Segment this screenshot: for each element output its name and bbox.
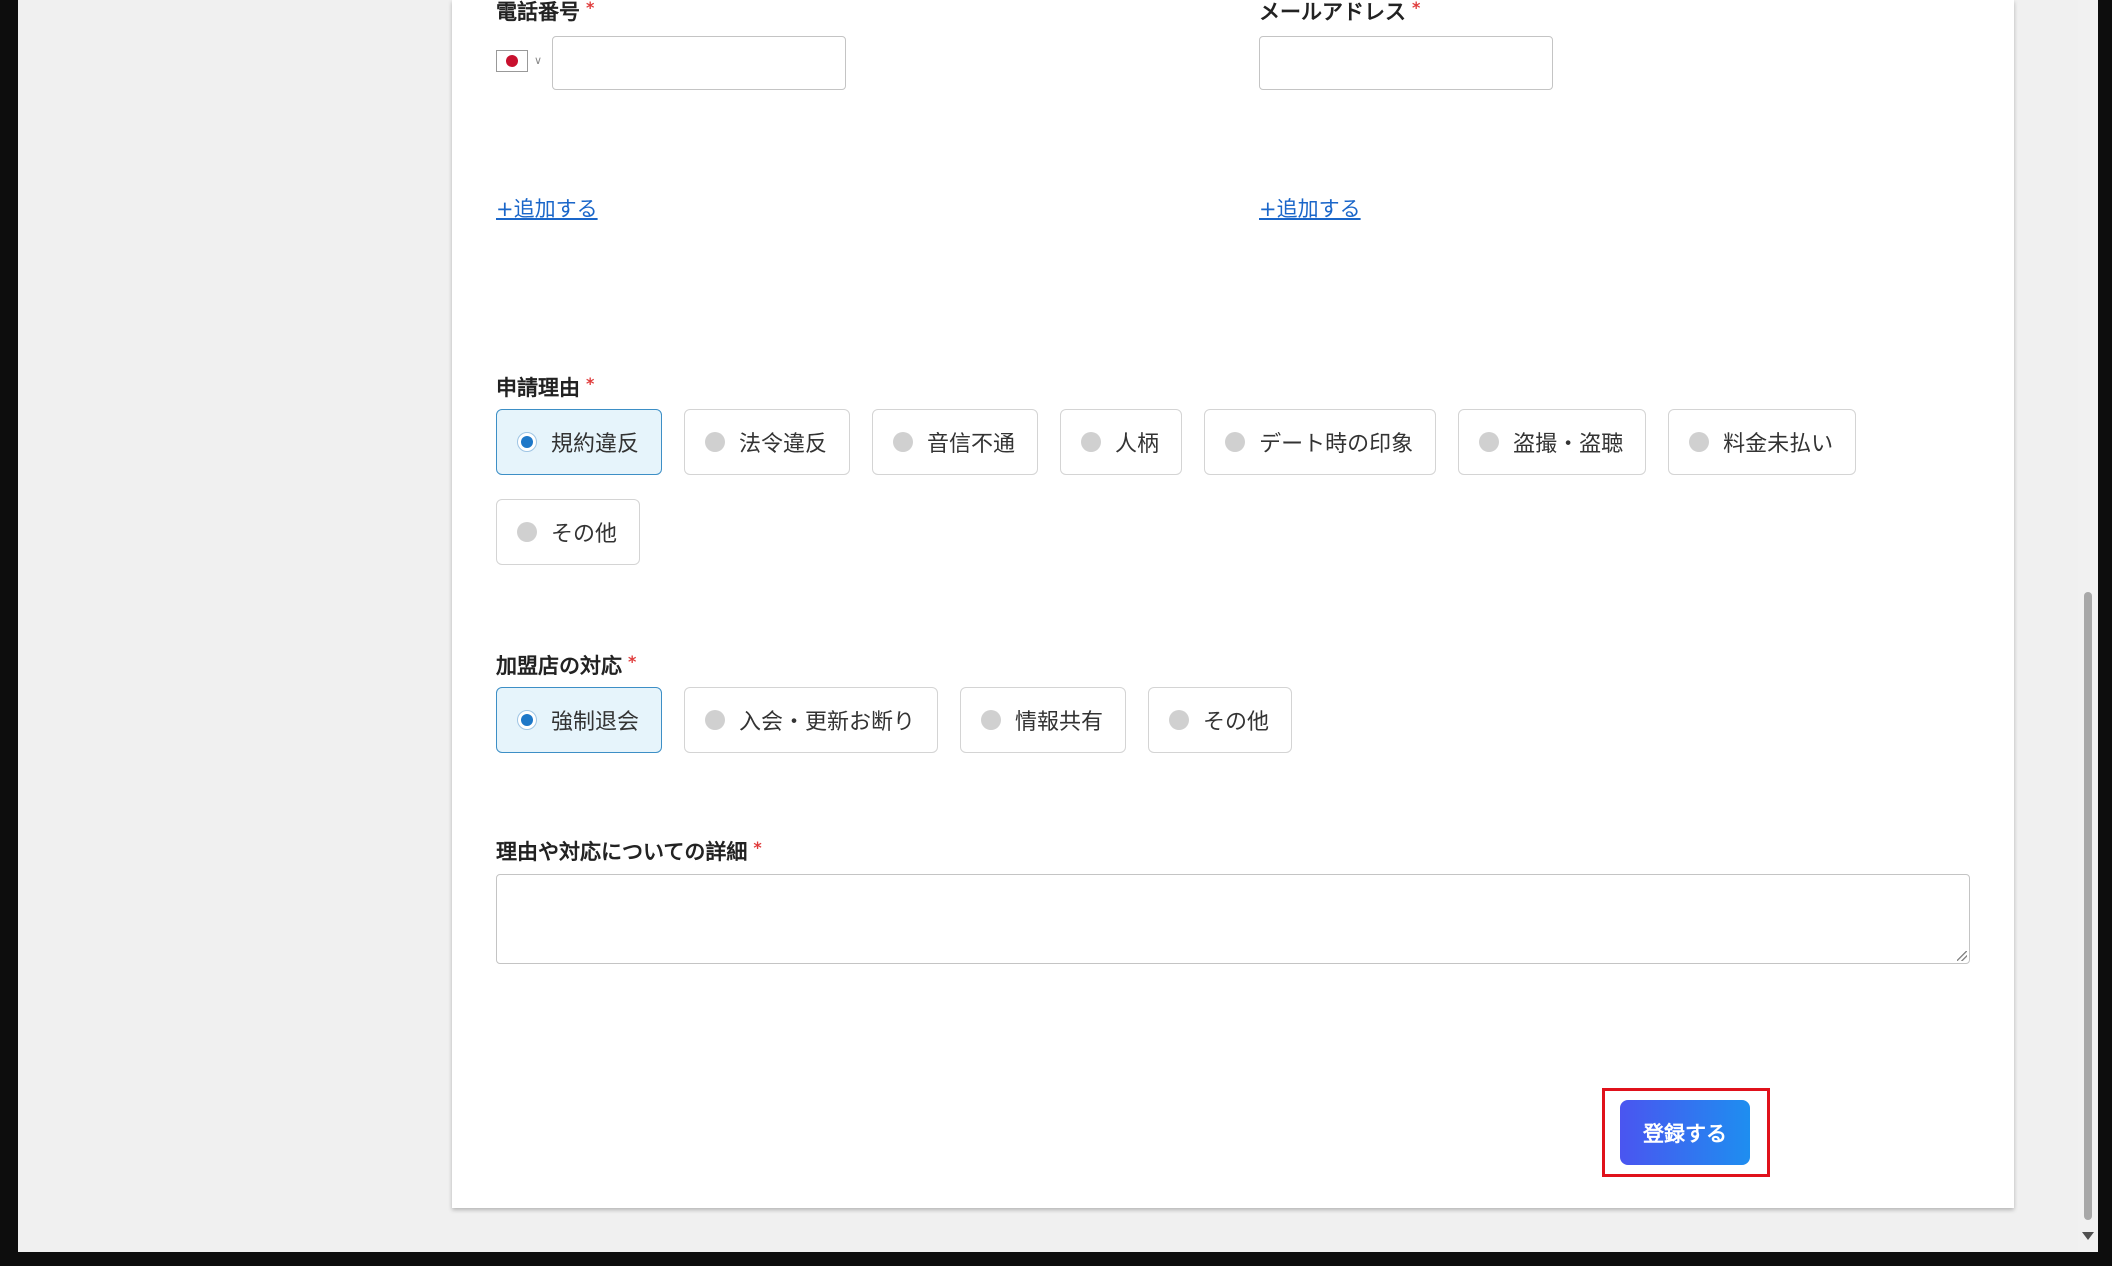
response-option-sonota[interactable]: その他 xyxy=(1148,687,1293,753)
details-textarea[interactable] xyxy=(496,874,1970,964)
radio-selected-icon xyxy=(517,432,537,452)
details-label: 理由や対応についての詳細 * xyxy=(496,838,762,864)
reason-option-onshin-futsu[interactable]: 音信不通 xyxy=(872,409,1039,475)
radio-unselected-icon xyxy=(1169,710,1190,730)
required-mark: * xyxy=(586,0,595,17)
response-option-nyuukai-okotowari[interactable]: 入会・更新お断り xyxy=(684,687,939,753)
reason-option-hitogara[interactable]: 人柄 xyxy=(1060,409,1183,475)
radio-selected-icon xyxy=(517,710,537,730)
chevron-down-icon[interactable]: ∨ xyxy=(534,54,542,67)
radio-unselected-icon xyxy=(1689,432,1710,452)
reason-option-date-inshou[interactable]: デート時の印象 xyxy=(1204,409,1437,475)
required-mark: * xyxy=(1412,0,1421,17)
add-phone-link[interactable]: +追加する xyxy=(496,193,598,223)
window-frame-bottom xyxy=(0,1252,2112,1266)
required-mark: * xyxy=(753,838,762,857)
phone-input[interactable] xyxy=(552,36,846,90)
radio-unselected-icon xyxy=(893,432,914,452)
reason-options-row-1: 規約違反 法令違反 音信不通 人柄 デート時の印象 盗撮・盗聴 料金未払い xyxy=(496,409,1857,475)
reason-label: 申請理由 * xyxy=(496,374,595,400)
radio-unselected-icon xyxy=(705,710,726,730)
window-frame-left xyxy=(0,0,18,1266)
email-label: メールアドレス * xyxy=(1259,0,1421,24)
response-options-row: 強制退会 入会・更新お断り 情報共有 その他 xyxy=(496,687,1293,753)
radio-unselected-icon xyxy=(517,522,537,542)
response-label: 加盟店の対応 * xyxy=(496,652,637,678)
scrollbar-thumb[interactable] xyxy=(2084,592,2092,1220)
scroll-down-arrow-icon[interactable] xyxy=(2082,1232,2094,1240)
phone-label: 電話番号 * xyxy=(496,0,595,24)
resize-handle-icon[interactable] xyxy=(1957,951,1967,961)
radio-unselected-icon xyxy=(705,432,726,452)
radio-unselected-icon xyxy=(1225,432,1246,452)
email-input[interactable] xyxy=(1259,36,1553,90)
radio-unselected-icon xyxy=(981,710,1002,730)
required-mark: * xyxy=(628,652,637,671)
submit-button[interactable]: 登録する xyxy=(1620,1100,1750,1165)
reason-option-ryoukin-miharai[interactable]: 料金未払い xyxy=(1668,409,1857,475)
radio-unselected-icon xyxy=(1081,432,1102,452)
required-mark: * xyxy=(586,374,595,393)
reason-options-row-2: その他 xyxy=(496,499,641,565)
reason-option-kiyaku-ihan[interactable]: 規約違反 xyxy=(496,409,663,475)
response-option-jouhou-kyouyuu[interactable]: 情報共有 xyxy=(960,687,1127,753)
form-card: 電話番号 * ∨ +追加する メールアドレス * +追加する 申請理由 * 規約違反 … xyxy=(452,0,2014,1208)
japan-flag-icon[interactable] xyxy=(496,50,528,72)
reason-option-sonota[interactable]: その他 xyxy=(496,499,641,565)
radio-unselected-icon xyxy=(1479,432,1500,452)
window-frame-right xyxy=(2098,0,2112,1266)
response-option-kyousei-taikai[interactable]: 強制退会 xyxy=(496,687,663,753)
vertical-scrollbar[interactable] xyxy=(2078,0,2098,1252)
reason-option-hourei-ihan[interactable]: 法令違反 xyxy=(684,409,851,475)
add-email-link[interactable]: +追加する xyxy=(1259,193,1361,223)
reason-option-tousatsu[interactable]: 盗撮・盗聴 xyxy=(1458,409,1647,475)
